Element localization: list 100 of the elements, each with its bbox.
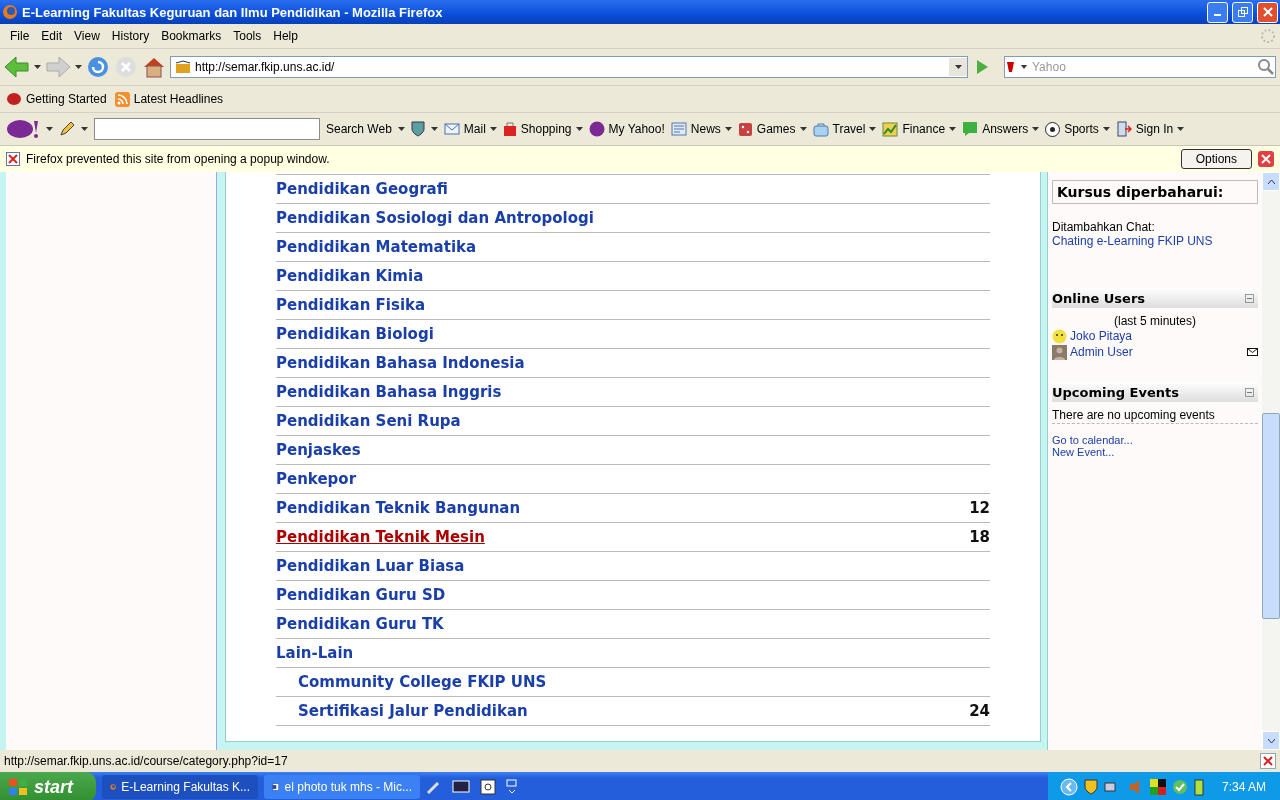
search-bar[interactable]: Yahoo xyxy=(1004,56,1276,78)
category-link[interactable]: Pendidikan Teknik Mesin xyxy=(276,528,970,546)
category-link[interactable]: Pendidikan Sosiologi dan Antropologi xyxy=(276,209,990,227)
taskbar-button[interactable]: E-Learning Fakultas K... xyxy=(102,775,258,799)
toolbar-button[interactable]: Sign In xyxy=(1135,122,1174,136)
chevron-icon[interactable] xyxy=(1059,778,1078,796)
category-link[interactable]: Pendidikan Teknik Bangunan xyxy=(276,499,970,517)
search-field[interactable]: Yahoo xyxy=(1032,60,1254,74)
caret-icon[interactable] xyxy=(954,65,962,69)
block-title: Online Users xyxy=(1052,290,1146,306)
caret-icon[interactable] xyxy=(799,127,807,131)
category-link[interactable]: Community College FKIP UNS xyxy=(298,673,990,691)
status-text: http://semar.fkip.uns.ac.id/course/category.php?id=17 xyxy=(4,754,288,768)
minimize-button[interactable] xyxy=(1207,1,1228,23)
toolbar-button[interactable]: Games xyxy=(756,122,796,136)
caret-icon[interactable] xyxy=(1177,127,1185,131)
category-link[interactable]: Penkepor xyxy=(276,470,990,488)
menu-item[interactable]: History xyxy=(105,27,156,45)
event-link[interactable]: New Event... xyxy=(1052,446,1259,458)
scroll-up-button[interactable] xyxy=(1262,172,1280,191)
pencil-icon[interactable] xyxy=(59,121,75,137)
user-link[interactable]: Admin User xyxy=(1070,345,1245,359)
category-link[interactable]: Pendidikan Fisika xyxy=(276,296,990,314)
bookmark-link[interactable]: Latest Headlines xyxy=(133,92,224,106)
menu-item[interactable]: Bookmarks xyxy=(155,27,228,45)
toolbar-button[interactable]: My Yahoo! xyxy=(608,122,665,136)
scrollbar-thumb[interactable] xyxy=(1262,413,1280,619)
caret-icon[interactable] xyxy=(34,65,41,69)
course-link[interactable]: Chating e-Learning FKIP UNS xyxy=(1052,234,1259,248)
options-button[interactable]: Options xyxy=(1180,149,1252,169)
caret-icon[interactable] xyxy=(949,127,957,131)
time-note: (last 5 minutes) xyxy=(1113,314,1198,328)
scroll-down-button[interactable] xyxy=(1262,731,1280,750)
toolbar-button[interactable]: Shopping xyxy=(520,122,572,136)
search-web-button[interactable]: Search Web xyxy=(326,122,392,136)
shield-icon[interactable] xyxy=(1083,779,1098,795)
category-link[interactable]: Pendidikan Geografi xyxy=(276,180,990,198)
collapse-button[interactable] xyxy=(1245,387,1255,397)
close-icon[interactable] xyxy=(1258,151,1274,167)
category-link[interactable]: Pendidikan Bahasa Indonesia xyxy=(276,354,990,372)
close-icon[interactable] xyxy=(1260,753,1276,769)
caret-icon[interactable] xyxy=(575,127,583,131)
shield-icon[interactable] xyxy=(410,121,425,137)
category-link[interactable]: Lain-Lain xyxy=(276,644,990,662)
color-squares-icon[interactable] xyxy=(1149,779,1166,795)
category-link[interactable]: Pendidikan Biologi xyxy=(276,325,990,343)
caret-icon[interactable] xyxy=(46,127,53,131)
caret-icon[interactable] xyxy=(1102,127,1110,131)
checkmark-badge-icon[interactable] xyxy=(1171,779,1188,795)
caret-icon[interactable] xyxy=(430,127,438,131)
address-field[interactable]: http://semar.fkip.uns.ac.id/ xyxy=(195,60,945,74)
chevron-up-icon xyxy=(1267,179,1275,184)
taskbar-button[interactable]: el photo tuk mhs - Mic... xyxy=(264,775,420,799)
menu-item[interactable]: File xyxy=(4,27,36,45)
toolbar-button[interactable]: Finance xyxy=(902,122,946,136)
category-link[interactable]: Pendidikan Seni Rupa xyxy=(276,412,990,430)
collapse-button[interactable] xyxy=(1245,293,1255,303)
yahoo-logo-icon[interactable] xyxy=(6,119,40,139)
event-link[interactable]: Go to calendar... xyxy=(1052,434,1259,446)
envelope-icon[interactable] xyxy=(1247,348,1259,356)
close-button[interactable] xyxy=(1257,1,1278,23)
category-link[interactable]: Penjaskes xyxy=(276,441,990,459)
toolbar-button[interactable]: Travel xyxy=(832,122,866,136)
firefox-icon xyxy=(2,4,18,20)
caret-icon[interactable] xyxy=(81,127,88,131)
home-icon[interactable] xyxy=(142,55,166,79)
start-button[interactable]: start xyxy=(0,772,96,800)
address-bar[interactable]: http://semar.fkip.uns.ac.id/ xyxy=(170,56,968,78)
caret-icon[interactable] xyxy=(1032,127,1040,131)
user-link[interactable]: Joko Pitaya xyxy=(1070,329,1259,343)
category-link[interactable]: Pendidikan Guru TK xyxy=(276,615,990,633)
menu-item[interactable]: Help xyxy=(267,27,304,45)
shopping-bag-icon xyxy=(502,121,517,137)
toolbar-button[interactable]: News xyxy=(690,122,721,136)
category-link[interactable]: Pendidikan Kimia xyxy=(276,267,990,285)
caret-icon[interactable] xyxy=(489,127,497,131)
toolbar-search-field[interactable] xyxy=(94,118,320,140)
toolbar-button[interactable]: Sports xyxy=(1064,122,1099,136)
category-link[interactable]: Pendidikan Luar Biasa xyxy=(276,557,990,575)
screen-icon[interactable] xyxy=(452,779,470,795)
menu-item[interactable]: View xyxy=(68,27,106,45)
toolbar-button[interactable]: Answers xyxy=(982,122,1029,136)
toolbar-button[interactable]: Mail xyxy=(463,122,486,136)
menu-item[interactable]: Edit xyxy=(35,27,69,45)
pen-icon[interactable] xyxy=(426,779,442,795)
bookmark-link[interactable]: Getting Started xyxy=(26,92,107,106)
battery-icon[interactable] xyxy=(1193,778,1204,796)
category-link[interactable]: Pendidikan Matematika xyxy=(276,238,990,256)
help-icon[interactable] xyxy=(480,779,496,795)
search-icon[interactable] xyxy=(1257,58,1275,76)
caret-icon[interactable] xyxy=(869,127,877,131)
category-link[interactable]: Pendidikan Bahasa Inggris xyxy=(276,383,990,401)
caret-icon[interactable] xyxy=(75,65,82,69)
restore-button[interactable] xyxy=(1232,1,1253,23)
category-link[interactable]: Sertifikasi Jalur Pendidikan xyxy=(298,702,970,720)
menu-item[interactable]: Tools xyxy=(227,27,268,45)
category-link[interactable]: Pendidikan Guru SD xyxy=(276,586,990,604)
windows-logo-icon xyxy=(8,778,28,796)
caret-icon[interactable] xyxy=(724,127,732,131)
caret-icon[interactable] xyxy=(397,127,405,131)
